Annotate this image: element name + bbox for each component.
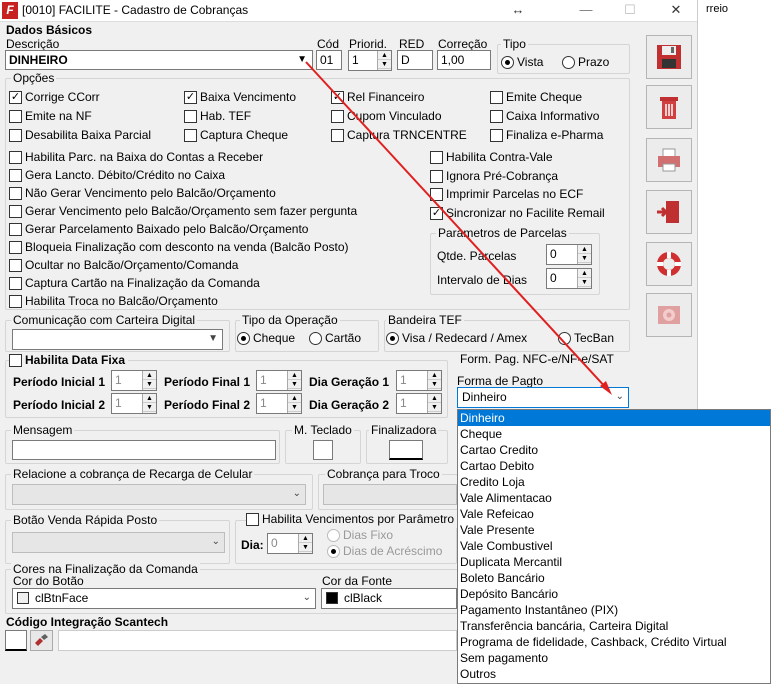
dropdown-option[interactable]: Pagamento Instantâneo (PIX) <box>458 602 770 618</box>
dropdown-option[interactable]: Cheque <box>458 426 770 442</box>
forma-pagto-dropdown-list[interactable]: Dinheiro Cheque Cartao Credito Cartao Debit… <box>457 409 771 684</box>
dropdown-option[interactable]: Vale Refeicao <box>458 506 770 522</box>
dropdown-option[interactable]: Vale Alimentacao <box>458 490 770 506</box>
dropdown-option[interactable]: Programa de fidelidade, Cashback, Crédit… <box>458 634 770 650</box>
dropdown-option[interactable]: Sem pagamento <box>458 650 770 666</box>
dropdown-option[interactable]: Outros <box>458 666 770 682</box>
dropdown-option[interactable]: Cartao Debito <box>458 458 770 474</box>
dropdown-option[interactable]: Boleto Bancário <box>458 570 770 586</box>
dropdown-option[interactable]: Dinheiro <box>458 410 770 426</box>
dropdown-option[interactable]: Cartao Credito <box>458 442 770 458</box>
dropdown-option[interactable]: Credito Loja <box>458 474 770 490</box>
dropdown-option[interactable]: Transferência bancária, Carteira Digital <box>458 618 770 634</box>
dropdown-option[interactable]: Vale Combustivel <box>458 538 770 554</box>
dropdown-option[interactable]: Depósito Bancário <box>458 586 770 602</box>
dropdown-option[interactable]: Vale Presente <box>458 522 770 538</box>
dropdown-option[interactable]: Duplicata Mercantil <box>458 554 770 570</box>
